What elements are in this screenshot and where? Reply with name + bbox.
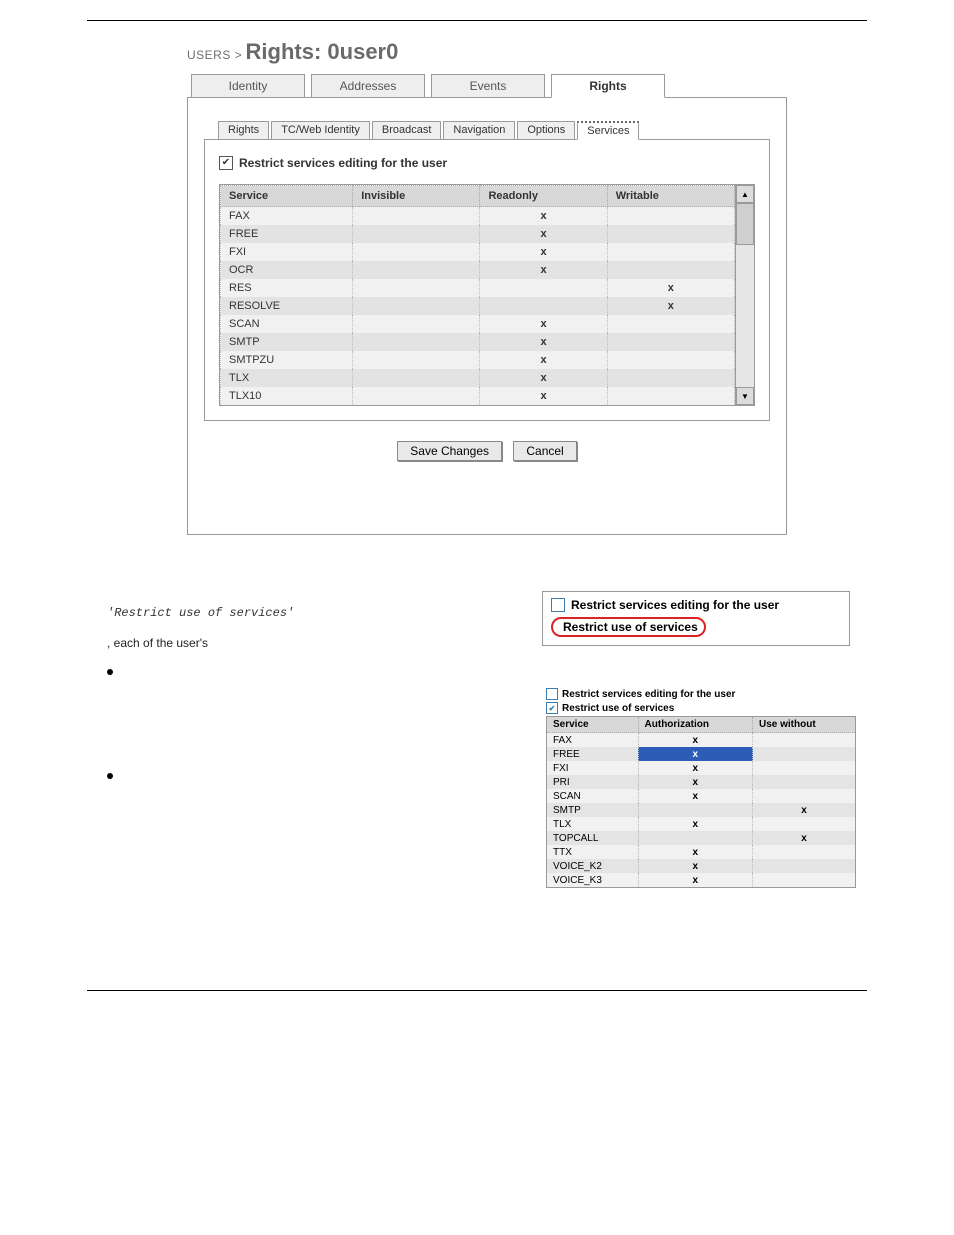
table-row[interactable]: FREEx: [221, 225, 735, 243]
page-title: Rights: 0user0: [246, 39, 399, 64]
cancel-button[interactable]: Cancel: [513, 441, 576, 461]
restrict-use-label-b: Restrict use of services: [562, 703, 674, 714]
body-quote: 'Restrict use of services': [107, 606, 294, 620]
table-row[interactable]: FAXx: [221, 207, 735, 226]
restrict-edit-checkbox[interactable]: [219, 156, 233, 170]
restrict-edit-label: Restrict services editing for the user: [239, 156, 447, 170]
outer-tab-events[interactable]: Events: [431, 74, 545, 98]
restrict-edit-label-small: Restrict services editing for the user: [571, 598, 779, 612]
table-row[interactable]: FXIx: [221, 243, 735, 261]
table-row[interactable]: SMTPx: [221, 333, 735, 351]
table-row[interactable]: TOPCALLx: [547, 831, 856, 845]
table-row[interactable]: FREEx: [547, 747, 856, 761]
outer-tabbar: IdentityAddressesEventsRights: [191, 73, 787, 97]
scrollbar[interactable]: ▲ ▼: [735, 185, 754, 405]
restrict-use-checkbox-b[interactable]: [546, 702, 558, 714]
outer-panel-rights: RightsTC/Web IdentityBroadcastNavigation…: [187, 97, 787, 535]
services-col-readonly[interactable]: Readonly: [480, 186, 607, 207]
inner-tabbar: RightsTC/Web IdentityBroadcastNavigation…: [218, 120, 770, 139]
restrict-edit-label-b: Restrict services editing for the user: [562, 689, 735, 700]
restrict-edit-checkbox-small[interactable]: [551, 598, 565, 612]
table-row[interactable]: RESOLVEx: [221, 297, 735, 315]
body-fragment: , each of the user's: [107, 636, 208, 650]
breadcrumb: USERS > Rights: 0user0: [187, 39, 787, 65]
auth-col-service[interactable]: Service: [547, 717, 639, 733]
table-row[interactable]: TLXx: [221, 369, 735, 387]
services-col-invisible[interactable]: Invisible: [353, 186, 480, 207]
table-row[interactable]: TLX10x: [221, 387, 735, 405]
figure-caption-1: [187, 541, 787, 555]
table-row[interactable]: PRIx: [547, 775, 856, 789]
restrict-use-panel: Restrict services editing for the user R…: [542, 684, 860, 892]
services-table-wrap: ServiceInvisibleReadonlyWritable FAXxFRE…: [219, 184, 755, 406]
table-row[interactable]: OCRx: [221, 261, 735, 279]
services-table[interactable]: ServiceInvisibleReadonlyWritable FAXxFRE…: [220, 185, 735, 405]
table-row[interactable]: VOICE_K2x: [547, 859, 856, 873]
table-row[interactable]: SCANx: [221, 315, 735, 333]
scroll-thumb[interactable]: [736, 203, 754, 245]
outer-tab-rights[interactable]: Rights: [551, 74, 665, 98]
services-col-service[interactable]: Service: [221, 186, 353, 207]
bullet-icon: [107, 773, 113, 779]
table-row[interactable]: TTXx: [547, 845, 856, 859]
inner-tab-navigation[interactable]: Navigation: [443, 121, 515, 140]
authorization-table[interactable]: ServiceAuthorizationUse without FAXxFREE…: [546, 716, 856, 888]
scroll-down-button[interactable]: ▼: [736, 387, 754, 405]
auth-col-authorization[interactable]: Authorization: [638, 717, 752, 733]
table-row[interactable]: TLXx: [547, 817, 856, 831]
table-row[interactable]: SMTPx: [547, 803, 856, 817]
restrict-edit-checkbox-b[interactable]: [546, 688, 558, 700]
table-row[interactable]: FXIx: [547, 761, 856, 775]
save-button[interactable]: Save Changes: [397, 441, 502, 461]
scroll-up-button[interactable]: ▲: [736, 185, 754, 203]
table-row[interactable]: RESx: [221, 279, 735, 297]
inner-tab-services[interactable]: Services: [577, 121, 639, 140]
breadcrumb-prefix: USERS >: [187, 48, 242, 62]
inner-tab-broadcast[interactable]: Broadcast: [372, 121, 442, 140]
inner-tab-rights[interactable]: Rights: [218, 121, 269, 140]
figure-caption-2: [542, 654, 867, 666]
restrict-use-label: Restrict use of services: [563, 620, 698, 634]
table-row[interactable]: VOICE_K3x: [547, 873, 856, 888]
outer-tab-identity[interactable]: Identity: [191, 74, 305, 98]
outer-tab-addresses[interactable]: Addresses: [311, 74, 425, 98]
table-row[interactable]: FAXx: [547, 733, 856, 748]
table-row[interactable]: SMTPZUx: [221, 351, 735, 369]
inner-panel-services: Restrict services editing for the user S…: [204, 139, 770, 421]
inner-tab-options[interactable]: Options: [517, 121, 575, 140]
restrict-use-highlight: Restrict use of services: [551, 617, 706, 637]
services-col-writable[interactable]: Writable: [607, 186, 734, 207]
table-row[interactable]: SCANx: [547, 789, 856, 803]
bullet-icon: [107, 669, 113, 675]
auth-col-use-without[interactable]: Use without: [753, 717, 856, 733]
inner-tab-tc-web-identity[interactable]: TC/Web Identity: [271, 121, 370, 140]
figure-caption-3: [542, 900, 867, 912]
restrict-highlight-panel: Restrict services editing for the user R…: [542, 591, 850, 646]
